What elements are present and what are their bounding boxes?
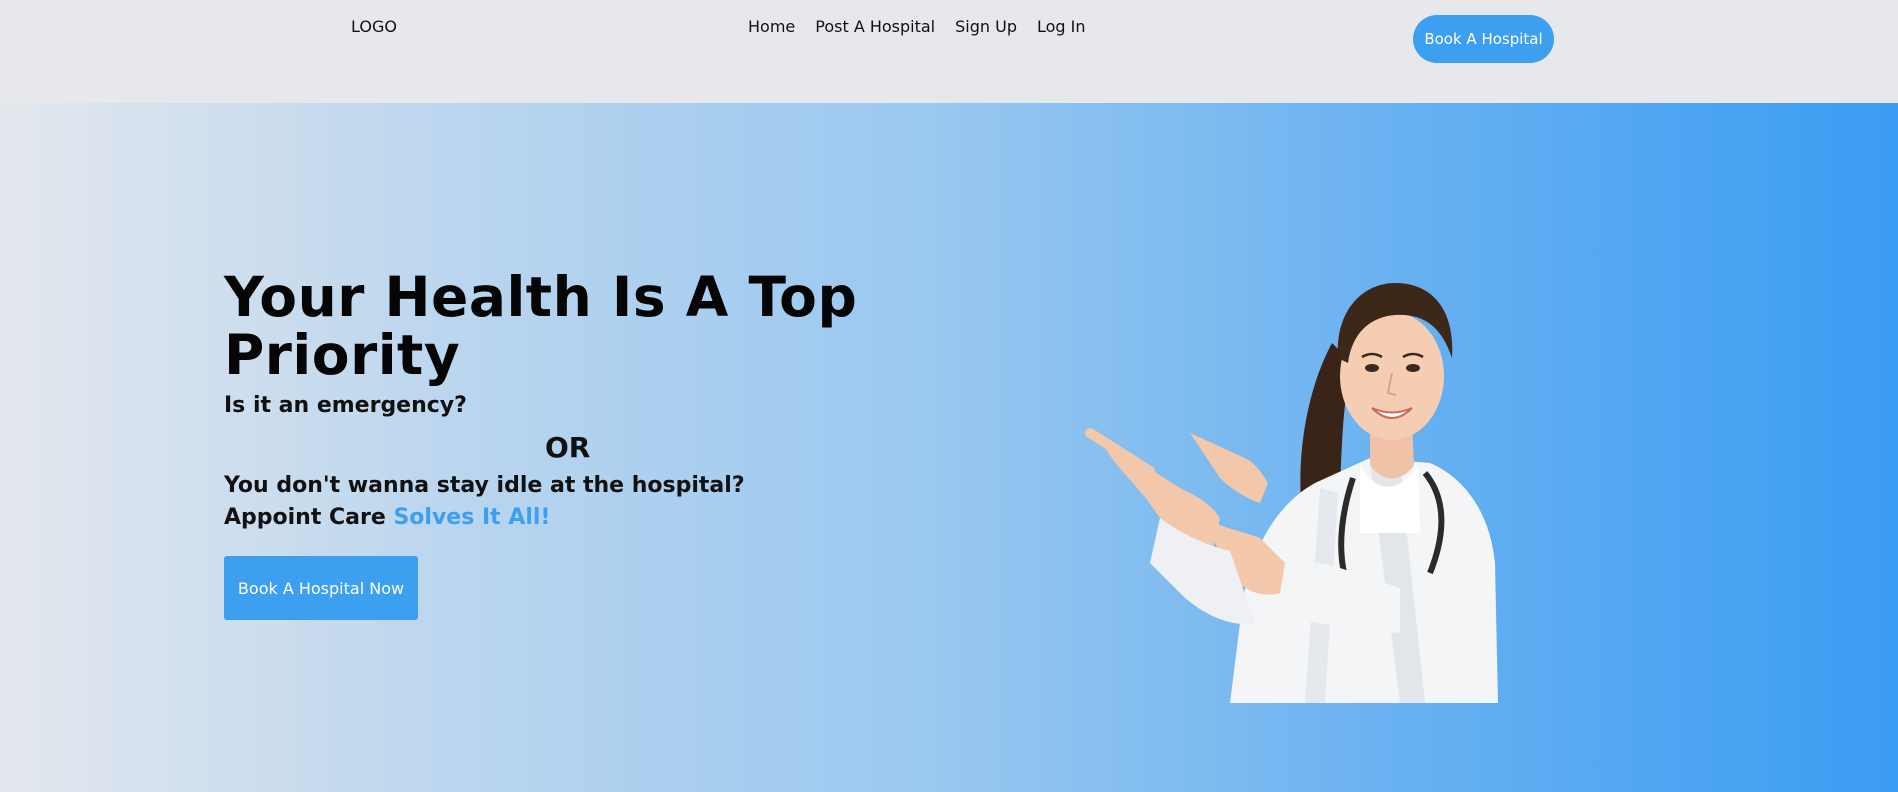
book-hospital-button[interactable]: Book A Hospital [1413,15,1554,63]
site-header: LOGO Home Post A Hospital Sign Up Log In… [0,0,1898,103]
hero-line-solves-accent: Solves It All! [393,505,551,530]
main-nav: Home Post A Hospital Sign Up Log In [748,17,1106,36]
book-hospital-now-button[interactable]: Book A Hospital Now [224,556,418,620]
hero-line-emergency: Is it an emergency? [224,393,467,418]
nav-link-post-hospital[interactable]: Post A Hospital [815,17,935,36]
page: LOGO Home Post A Hospital Sign Up Log In… [0,0,1898,792]
hero-or-divider: OR [545,431,591,464]
hero-line-solves: Appoint Care Solves It All! [224,505,550,530]
nav-link-home[interactable]: Home [748,17,795,36]
logo[interactable]: LOGO [351,17,397,36]
hero-headline: Your Health Is A Top Priority [224,265,858,387]
hero-line-idle: You don't wanna stay idle at the hospita… [224,473,745,498]
hero-line-solves-prefix: Appoint Care [224,505,394,530]
nav-link-sign-up[interactable]: Sign Up [955,17,1017,36]
nav-link-log-in[interactable]: Log In [1037,17,1086,36]
doctor-pointing-illustration [1085,283,1498,703]
hero-section: Your Health Is A Top Priority Is it an e… [0,103,1898,792]
